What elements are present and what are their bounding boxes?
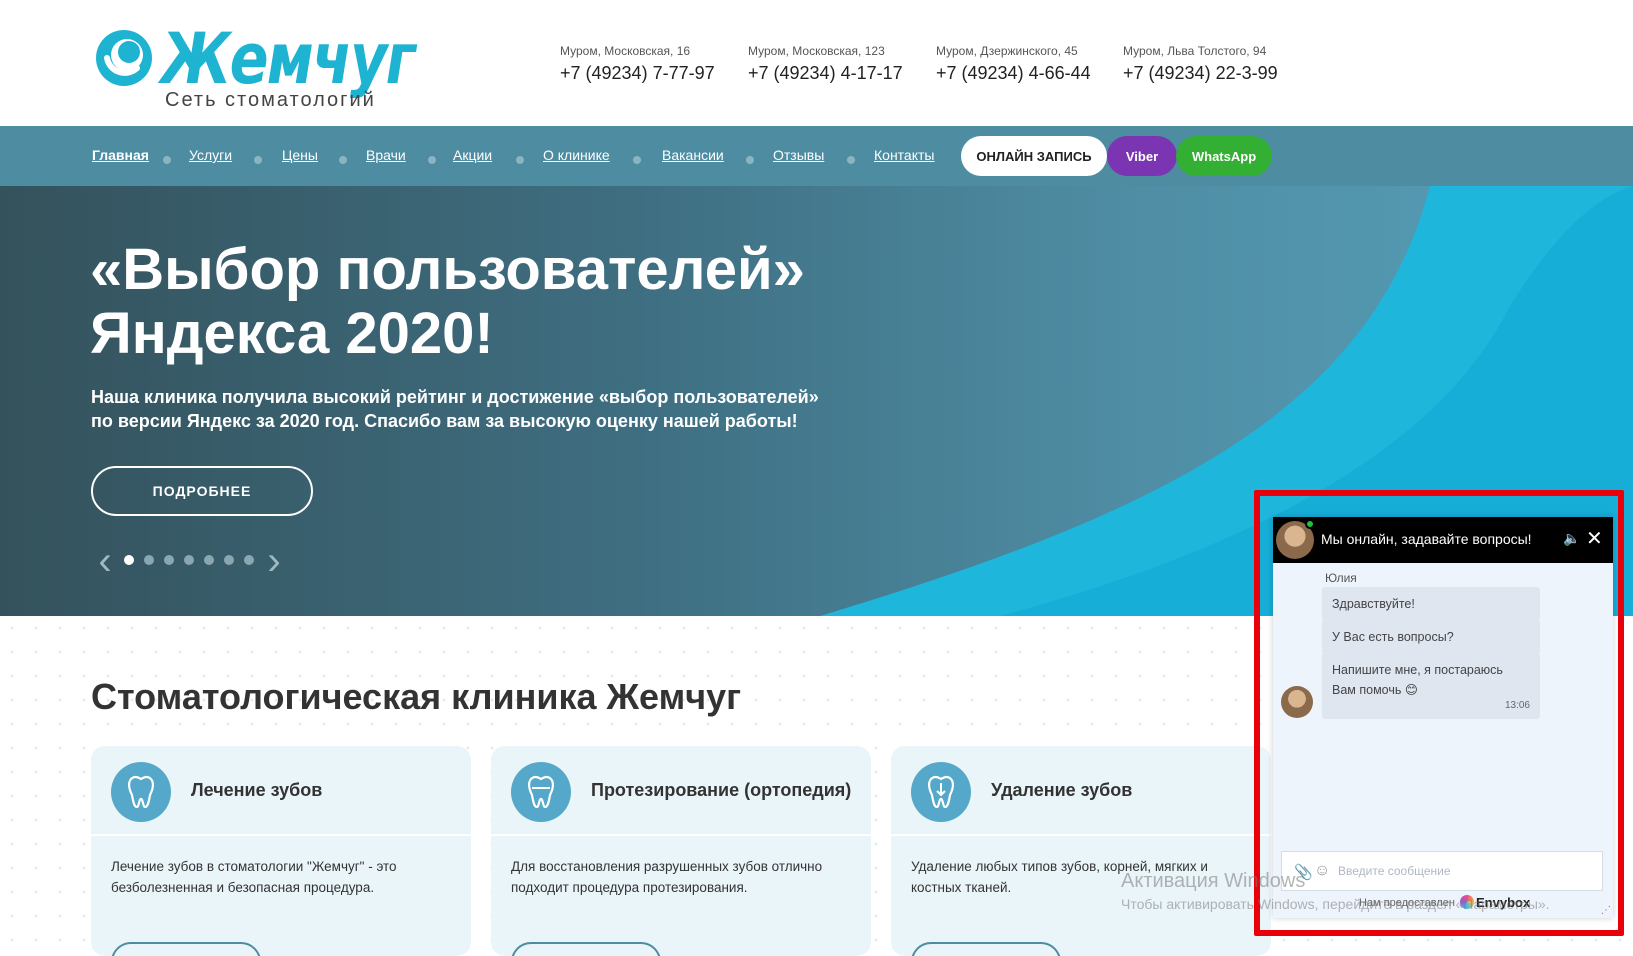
- tooth-icon: [111, 762, 171, 822]
- slider-dot[interactable]: [224, 555, 234, 565]
- service-card-header: Протезирование (ортопедия): [491, 746, 871, 836]
- logo-title: Жемчуг: [161, 18, 416, 100]
- service-card-button[interactable]: [111, 942, 261, 956]
- tooth-crown-icon: [511, 762, 571, 822]
- nav-separator: [746, 156, 754, 164]
- nav-separator: [516, 156, 524, 164]
- site-logo[interactable]: Жемчуг Сеть стоматологий: [93, 18, 416, 116]
- pearl-logo-icon: [96, 30, 152, 86]
- nav-item-home[interactable]: Главная: [92, 147, 149, 163]
- windows-activation-title: Активация Windows: [1121, 870, 1306, 892]
- slider-dot[interactable]: [244, 555, 254, 565]
- hero-description: Наша клиника получила высокий рейтинг и …: [91, 387, 819, 431]
- nav-item-contacts[interactable]: Контакты: [874, 147, 934, 163]
- windows-activation-text: Чтобы активировать Windows, перейдите в …: [1121, 896, 1550, 912]
- nav-item-reviews[interactable]: Отзывы: [773, 147, 824, 163]
- slider-dot[interactable]: [164, 555, 174, 565]
- clinic-address: Муром, Московская, 123: [748, 44, 885, 58]
- nav-item-promotions[interactable]: Акции: [453, 147, 492, 163]
- slider-dot[interactable]: [144, 555, 154, 565]
- slider-dot[interactable]: [124, 555, 134, 565]
- nav-item-prices[interactable]: Цены: [282, 147, 318, 163]
- service-card[interactable]: Протезирование (ортопедия) Для восстанов…: [491, 746, 871, 956]
- hero-title: «Выбор пользователей» Яндекса 2020!: [90, 237, 805, 366]
- service-card-header: Удаление зубов: [891, 746, 1271, 836]
- nav-item-vacancies[interactable]: Вакансии: [662, 147, 724, 163]
- site-header: Жемчуг Сеть стоматологий Муром, Московск…: [0, 0, 1633, 126]
- clinic-phone[interactable]: +7 (49234) 22-3-99: [1123, 63, 1313, 84]
- nav-item-services[interactable]: Услуги: [189, 147, 232, 163]
- service-card-title: Протезирование (ортопедия): [591, 780, 852, 800]
- nav-separator: [847, 156, 855, 164]
- service-card[interactable]: Лечение зубов Лечение зубов в стоматолог…: [91, 746, 471, 956]
- nav-item-doctors[interactable]: Врачи: [366, 147, 406, 163]
- nav-separator: [633, 156, 641, 164]
- clinic-contact-2: Муром, Московская, 123 +7 (49234) 4-17-1…: [748, 44, 938, 84]
- clinic-phone[interactable]: +7 (49234) 7-77-97: [560, 63, 750, 84]
- clinic-address: Муром, Льва Толстого, 94: [1123, 44, 1267, 58]
- service-card-header: Лечение зубов: [91, 746, 471, 836]
- online-booking-button[interactable]: ОНЛАЙН ЗАПИСЬ: [961, 136, 1107, 176]
- section-title: Стоматологическая клиника Жемчуг: [91, 676, 742, 717]
- service-card-button[interactable]: [511, 942, 661, 956]
- nav-separator: [163, 156, 171, 164]
- service-card[interactable]: Удаление зубов Удаление любых типов зубо…: [891, 746, 1271, 956]
- clinic-address: Муром, Дзержинского, 45: [936, 44, 1078, 58]
- clinic-contact-4: Муром, Льва Толстого, 94 +7 (49234) 22-3…: [1123, 44, 1313, 84]
- service-card-text: Для восстановления разрушенных зубов отл…: [511, 859, 823, 895]
- service-card-title: Лечение зубов: [191, 780, 323, 800]
- slider-dot[interactable]: [204, 555, 214, 565]
- clinic-contact-3: Муром, Дзержинского, 45 +7 (49234) 4-66-…: [936, 44, 1126, 84]
- clinic-phone[interactable]: +7 (49234) 4-17-17: [748, 63, 938, 84]
- logo-subtitle: Сеть стоматологий: [165, 89, 376, 111]
- main-nav: Главная Услуги Цены Врачи Акции О клиник…: [0, 126, 1633, 186]
- slider-next-arrow-icon[interactable]: ›: [263, 541, 285, 581]
- clinic-phone[interactable]: +7 (49234) 4-66-44: [936, 63, 1126, 84]
- nav-item-about[interactable]: О клинике: [543, 147, 610, 163]
- tooth-extraction-icon: [911, 762, 971, 822]
- whatsapp-button[interactable]: WhatsApp: [1176, 136, 1272, 176]
- highlight-frame: [1254, 490, 1624, 936]
- clinic-contact-1: Муром, Московская, 16 +7 (49234) 7-77-97: [560, 44, 750, 84]
- nav-separator: [428, 156, 436, 164]
- service-card-title: Удаление зубов: [991, 780, 1133, 800]
- slider-prev-arrow-icon[interactable]: ‹: [94, 541, 116, 581]
- slider-dot[interactable]: [184, 555, 194, 565]
- nav-separator: [339, 156, 347, 164]
- clinic-address: Муром, Московская, 16: [560, 44, 691, 58]
- hero-more-button[interactable]: ПОДРОБНЕЕ: [91, 466, 313, 516]
- service-card-button[interactable]: [911, 942, 1061, 956]
- service-card-text: Лечение зубов в стоматологии "Жемчуг" - …: [111, 859, 397, 895]
- nav-separator: [254, 156, 262, 164]
- viber-button[interactable]: Viber: [1107, 136, 1177, 176]
